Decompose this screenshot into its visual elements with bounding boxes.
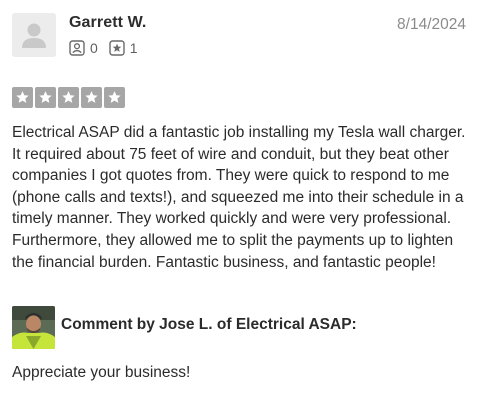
review-star-icon bbox=[109, 40, 125, 56]
rating-star bbox=[81, 87, 102, 108]
rating-star bbox=[35, 87, 56, 108]
review-text: Electrical ASAP did a fantastic job inst… bbox=[12, 124, 466, 271]
rating-star bbox=[12, 87, 33, 108]
business-owner-photo bbox=[12, 306, 55, 349]
star-icon bbox=[16, 91, 29, 103]
friends-icon bbox=[69, 40, 85, 56]
review-date: 8/14/2024 bbox=[397, 16, 466, 33]
star-icon bbox=[39, 91, 52, 103]
friends-count: 0 bbox=[90, 40, 98, 56]
rating-star bbox=[104, 87, 125, 108]
reviewer-avatar[interactable] bbox=[12, 13, 56, 57]
star-icon bbox=[85, 91, 98, 103]
review-card: Garrett W. 8/14/2024 0 1 Electrical ASAP… bbox=[0, 0, 478, 400]
star-icon bbox=[108, 91, 121, 103]
star-rating bbox=[12, 87, 127, 108]
business-response-heading: Comment by Jose L. of Electrical ASAP: bbox=[61, 316, 357, 333]
reviewer-stats: 0 1 bbox=[69, 40, 149, 56]
reviews-count: 1 bbox=[129, 40, 138, 56]
reviewer-name[interactable]: Garrett W. bbox=[69, 14, 146, 32]
reviews-stat: 1 bbox=[109, 40, 138, 56]
star-icon bbox=[62, 91, 75, 103]
business-owner-avatar[interactable] bbox=[12, 306, 55, 349]
friends-stat: 0 bbox=[69, 40, 98, 56]
business-response-text: Appreciate your business! bbox=[12, 364, 191, 381]
rating-star bbox=[58, 87, 79, 108]
default-user-avatar-icon bbox=[12, 13, 56, 57]
